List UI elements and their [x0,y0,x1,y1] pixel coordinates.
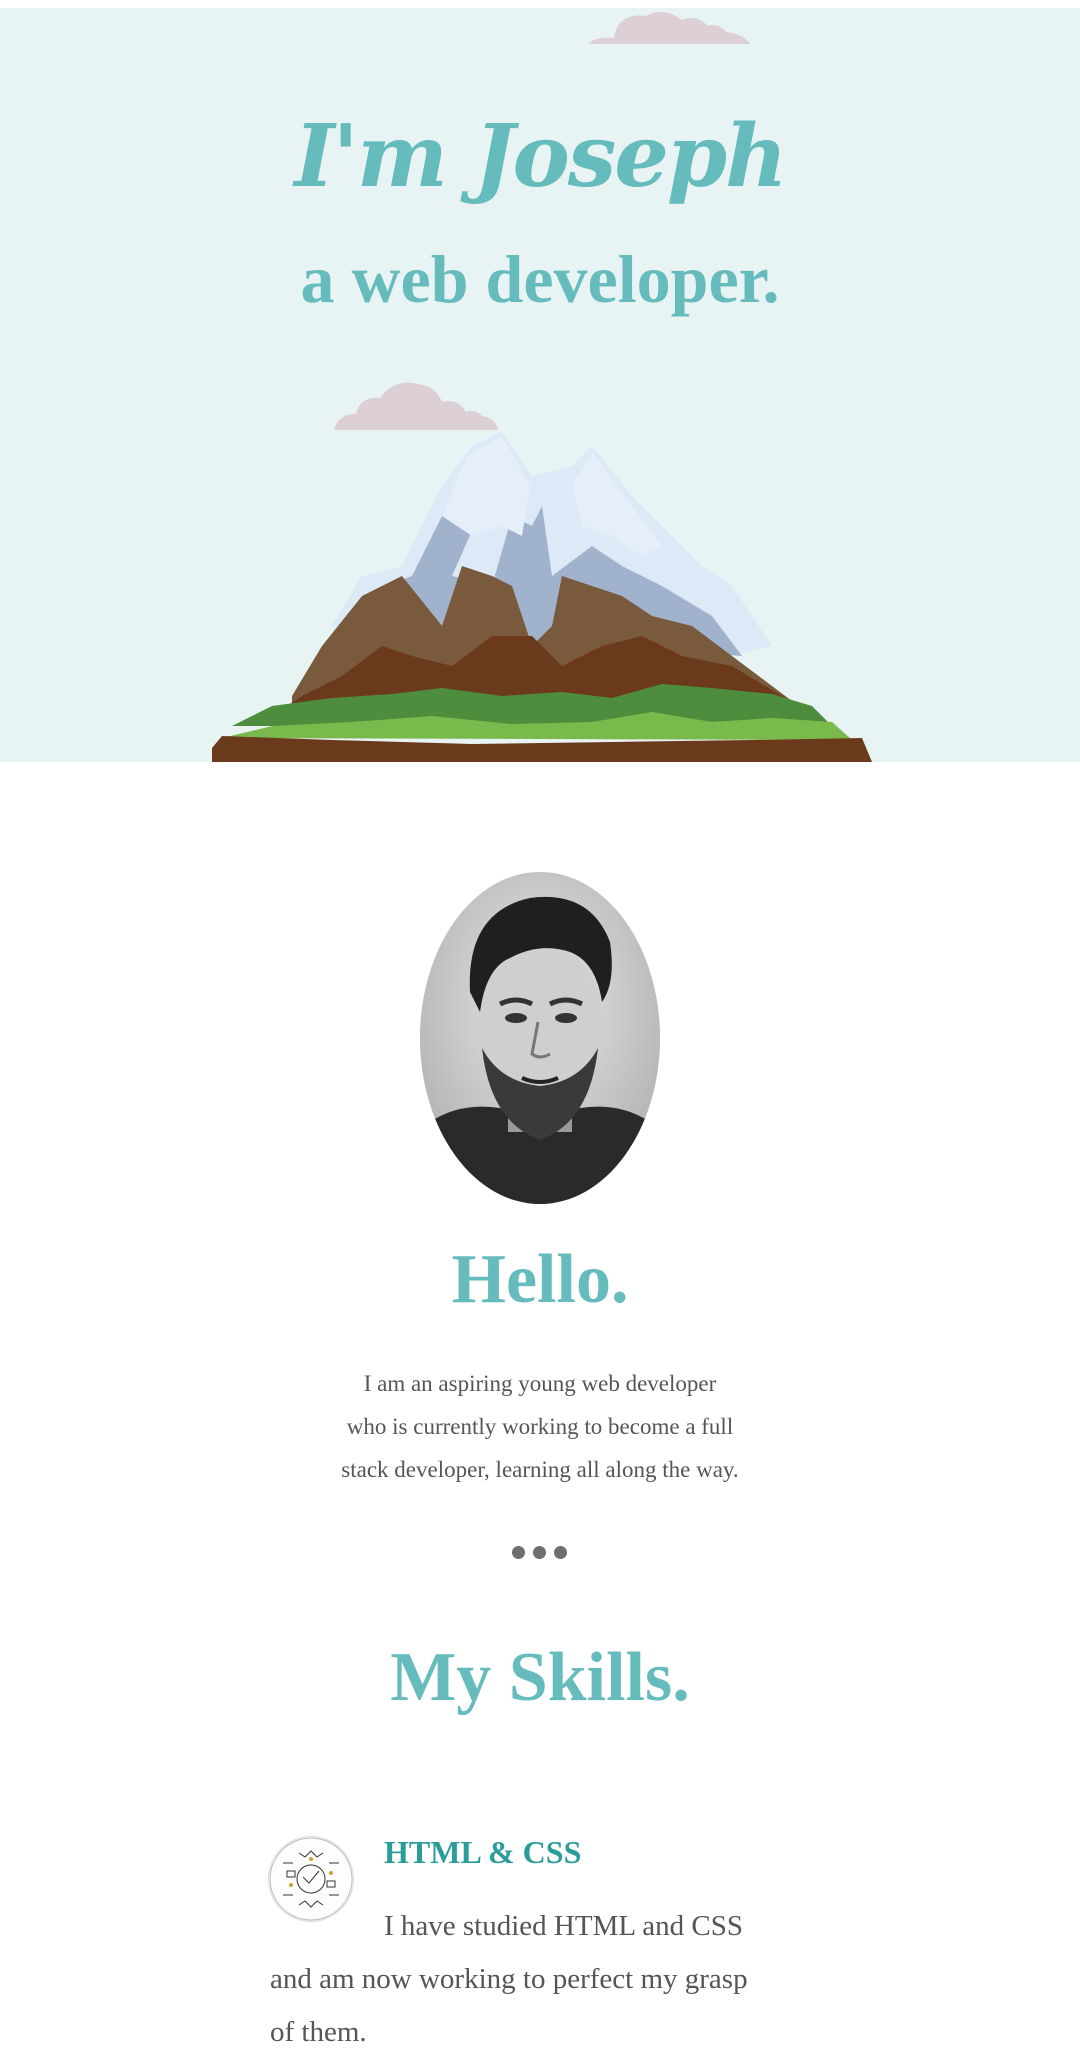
intro-paragraph: I am an aspiring young web developer who… [300,1362,780,1491]
dot [533,1546,546,1559]
skill-desc-line: and am now working to perfect my grasp [270,1963,748,1995]
dots-separator-icon [512,1546,567,1559]
mountain-illustration [212,432,872,762]
intro-line: who is currently working to become a ful… [346,1414,734,1439]
skill-description-html-css: I have studied HTML and CSS and am now w… [270,1900,810,2059]
skill-desc-line: of them. [270,2016,367,2048]
skills-heading: My Skills. [390,1639,690,1716]
intro-line: I am an aspiring young web developer [363,1371,717,1396]
intro-line: stack developer, learning all along the … [341,1457,739,1482]
hello-heading: Hello. [451,1241,629,1318]
dot [512,1546,525,1559]
top-strip [0,0,1080,8]
hero-name: I'm Joseph [294,106,787,207]
skill-desc-line: I have studied HTML and CSS [384,1910,743,1942]
profile-photo [420,872,660,1204]
skill-title-html-css: HTML & CSS [384,1834,582,1870]
hero-subtitle: a web developer. [300,241,780,317]
dot [554,1546,567,1559]
hero-section: I'm Joseph a web developer. [0,8,1080,762]
cloud-icon [588,11,750,44]
